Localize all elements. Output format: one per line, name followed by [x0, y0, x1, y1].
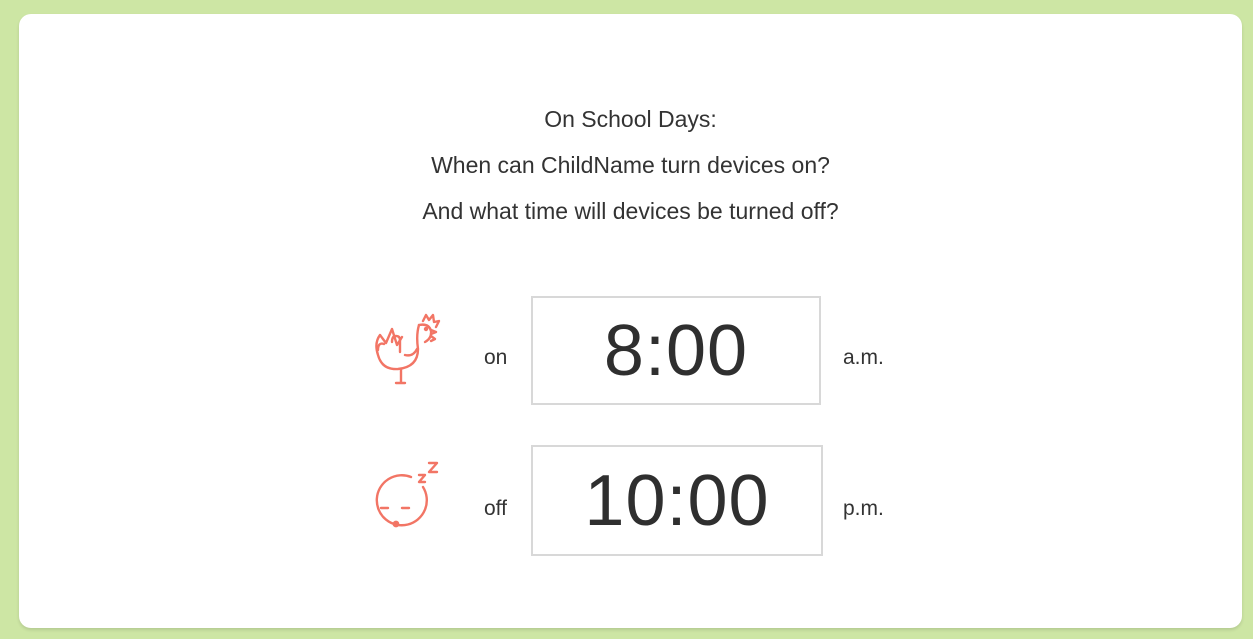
on-time-row: on 8:00 a.m. — [19, 296, 1242, 406]
on-meridiem-toggle[interactable]: a.m. — [843, 346, 884, 370]
schedule-card: On School Days: When can ChildName turn … — [19, 14, 1242, 628]
off-time-field[interactable]: 10:00 — [531, 445, 823, 556]
off-time-row: off 10:00 p.m. — [19, 445, 1242, 556]
heading-school-days: On School Days: — [544, 106, 717, 132]
off-meridiem-toggle[interactable]: p.m. — [843, 497, 884, 521]
heading-question-on: When can ChildName turn devices on? — [431, 152, 830, 178]
on-label: on — [484, 346, 508, 369]
on-time-field[interactable]: 8:00 — [531, 296, 821, 405]
sleeping-face-icon — [359, 453, 449, 543]
off-label: off — [484, 497, 507, 520]
heading-question-off: And what time will devices be turned off… — [422, 198, 839, 224]
rooster-icon — [359, 300, 449, 390]
schedule-heading: On School Days: When can ChildName turn … — [19, 96, 1242, 234]
